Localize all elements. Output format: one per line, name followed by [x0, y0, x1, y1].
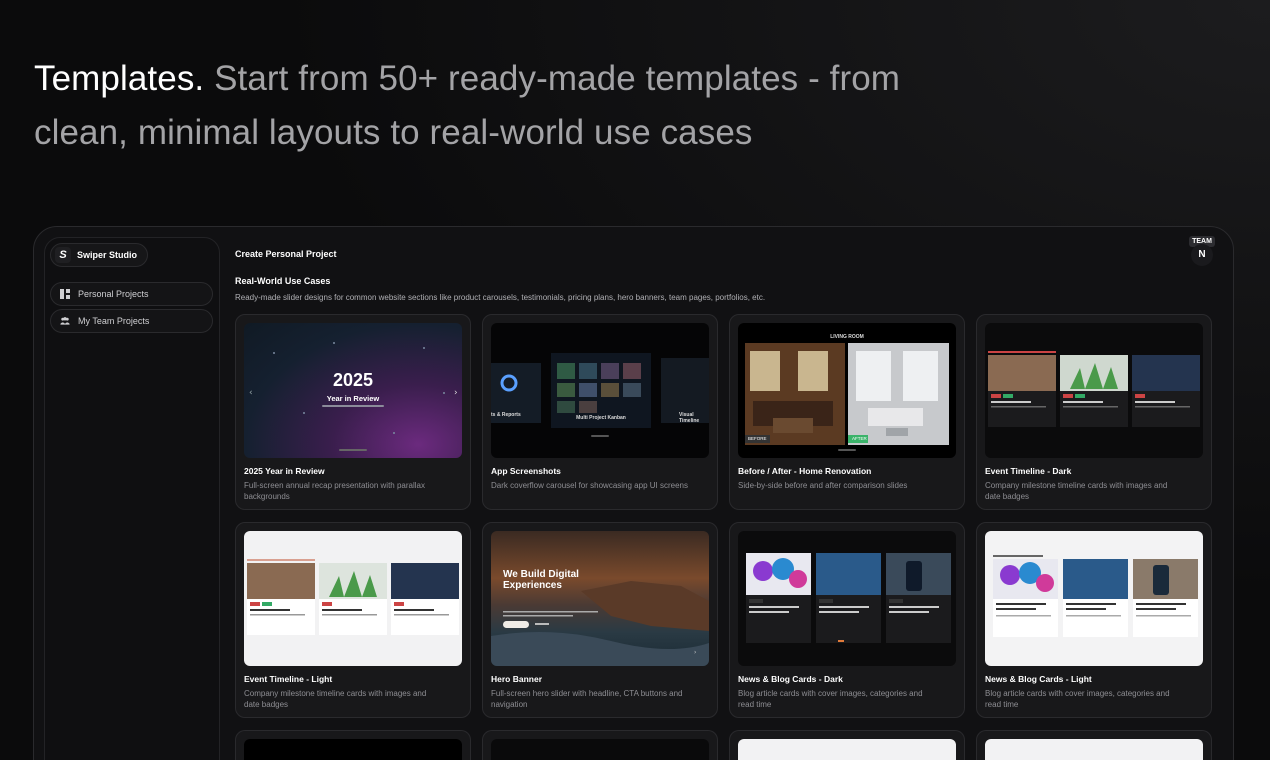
template-thumbnail: [738, 531, 956, 666]
card-title: App Screenshots: [491, 466, 561, 476]
template-thumbnail: [985, 323, 1203, 458]
card-description: Company milestone timeline cards with im…: [985, 481, 1168, 501]
sidebar-item-team-projects[interactable]: My Team Projects: [50, 309, 213, 333]
brand-button[interactable]: S Swiper Studio: [50, 243, 149, 267]
before-label: BEFORE: [748, 436, 767, 441]
template-card-partial[interactable]: [729, 730, 965, 760]
template-card-event-timeline-light[interactable]: Event Timeline - Light Company milestone…: [235, 522, 471, 718]
template-card-news-dark[interactable]: News & Blog Cards - Dark Blog article ca…: [729, 522, 965, 718]
card-title: Event Timeline - Light: [244, 674, 333, 684]
after-label: AFTER: [852, 436, 867, 441]
card-description: Side-by-side before and after comparison…: [738, 481, 908, 490]
template-thumbnail: [244, 531, 462, 666]
thumb-right-label: Visual Timeline: [679, 412, 700, 424]
thumb-room-label: LIVING ROOM: [830, 334, 864, 340]
card-title: Event Timeline - Dark: [985, 466, 1072, 476]
sidebar-item-label: My Team Projects: [78, 316, 150, 326]
card-title: News & Blog Cards - Dark: [738, 674, 843, 684]
card-title: Hero Banner: [491, 674, 543, 684]
page-headline: Templates. Start from 50+ ready-made tem…: [34, 52, 934, 160]
template-card-year-review[interactable]: ‹ › 2025 Year in Review 2025 Year in Rev…: [235, 314, 471, 510]
template-card-event-timeline-dark[interactable]: Event Timeline - Dark Company milestone …: [976, 314, 1212, 510]
card-description: Full-screen hero slider with headline, C…: [491, 689, 683, 709]
thumb-year-subtitle: Year in Review: [326, 394, 380, 403]
card-title: Before / After - Home Renovation: [738, 466, 872, 476]
app-window: S Swiper Studio Personal Projects My Tea…: [33, 226, 1234, 760]
swiper-logo-icon: S: [55, 247, 71, 263]
sidebar-item-personal-projects[interactable]: Personal Projects: [50, 282, 213, 306]
template-thumbnail: Multi Project Kanban ts & Reports Visual…: [491, 323, 709, 458]
team-switcher[interactable]: TEAM N: [1189, 236, 1215, 266]
template-card-partial[interactable]: [976, 730, 1212, 760]
template-card-hero-banner[interactable]: › We Build Digital Experiences Hero Bann…: [482, 522, 718, 718]
card-description: Blog article cards with cover images, ca…: [738, 689, 923, 709]
card-description: Full-screen annual recap presentation wi…: [244, 481, 425, 501]
template-thumbnail: [985, 739, 1203, 760]
template-thumbnail: [244, 739, 462, 760]
template-card-partial[interactable]: [235, 730, 471, 760]
thumb-caption: Multi Project Kanban: [576, 415, 626, 421]
headline-lead: Templates.: [34, 59, 205, 98]
card-description: Blog article cards with cover images, ca…: [985, 689, 1170, 709]
thumb-year: 2025: [332, 370, 374, 390]
sidebar: S Swiper Studio Personal Projects My Tea…: [44, 237, 220, 760]
brand-name: Swiper Studio: [77, 250, 138, 260]
template-thumbnail: ‹ › 2025 Year in Review: [244, 323, 462, 458]
svg-text:›: ›: [694, 649, 696, 656]
grid-icon: [60, 289, 70, 299]
page-title: Create Personal Project: [235, 249, 337, 259]
card-description: Company milestone timeline cards with im…: [244, 689, 427, 709]
section-description: Ready-made slider designs for common web…: [235, 293, 766, 302]
template-thumbnail: [738, 739, 956, 760]
template-thumbnail: LIVING ROOM BEFORE AFTER: [738, 323, 956, 458]
sidebar-item-label: Personal Projects: [78, 289, 149, 299]
section-title: Real-World Use Cases: [235, 276, 331, 286]
template-card-partial[interactable]: [482, 730, 718, 760]
card-description: Dark coverflow carousel for showcasing a…: [491, 481, 688, 490]
template-thumbnail: [985, 531, 1203, 666]
users-icon: [60, 316, 70, 326]
card-title: 2025 Year in Review: [244, 466, 325, 476]
avatar: N: [1191, 244, 1213, 266]
template-card-news-light[interactable]: News & Blog Cards - Light Blog article c…: [976, 522, 1212, 718]
template-thumbnail: › We Build Digital Experiences: [491, 531, 709, 666]
thumb-left-label: ts & Reports: [491, 412, 521, 418]
template-card-app-screenshots[interactable]: Multi Project Kanban ts & Reports Visual…: [482, 314, 718, 510]
template-card-before-after[interactable]: LIVING ROOM BEFORE AFTER Before / After …: [729, 314, 965, 510]
hero-headline: We Build Digital Experiences: [503, 569, 579, 591]
template-thumbnail: [491, 739, 709, 760]
card-title: News & Blog Cards - Light: [985, 674, 1092, 684]
